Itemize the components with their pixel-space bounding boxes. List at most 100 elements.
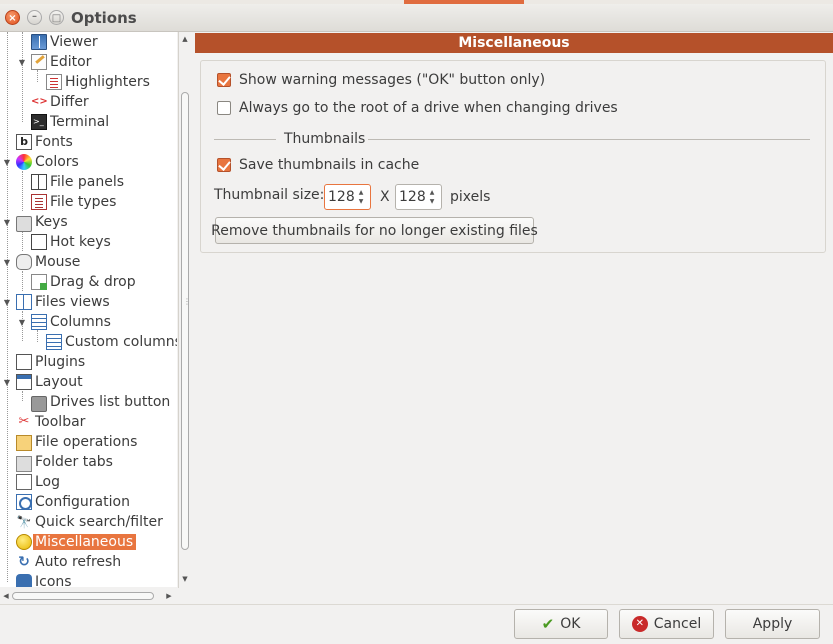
goto-root-label: Always go to the root of a drive when ch… [239, 100, 618, 116]
search-icon: 🔭 [16, 515, 32, 529]
columns-icon [31, 314, 47, 330]
tree-item-toolbar[interactable]: ✂ Toolbar [16, 412, 86, 432]
expander-mouse[interactable]: ▼ [2, 258, 12, 267]
tree-item-label: Folder tabs [35, 454, 113, 470]
tree-item-layout[interactable]: Layout [16, 372, 83, 392]
diff-icon: <> [31, 96, 48, 107]
minimize-window-button[interactable]: – [27, 10, 42, 25]
show-warning-label: Show warning messages ("OK" button only) [239, 72, 546, 88]
scroll-up-arrow-icon[interactable]: ▲ [180, 34, 190, 44]
show-warning-checkbox[interactable]: Show warning messages ("OK" button only) [217, 72, 545, 88]
tree-item-label: Fonts [35, 134, 73, 150]
expander-keys[interactable]: ▼ [2, 218, 12, 227]
tree-item-label: Viewer [50, 34, 98, 50]
save-thumbnails-checkbox[interactable]: Save thumbnails in cache [217, 157, 419, 173]
cancel-button[interactable]: ✕ Cancel [619, 609, 714, 639]
apply-button[interactable]: Apply [725, 609, 820, 639]
drive-icon [31, 395, 47, 412]
panel-splitter-grip-icon[interactable]: ⋮ [183, 298, 191, 306]
thumbnails-separator-right [368, 139, 810, 140]
expander-editor[interactable]: ▼ [17, 58, 27, 67]
expander-colors[interactable]: ▼ [2, 158, 12, 167]
height-spin-arrows-icon[interactable]: ▲ ▼ [426, 185, 438, 209]
checkbox-box[interactable] [217, 101, 231, 115]
drag-drop-icon [31, 274, 47, 290]
button-bar-separator [0, 604, 833, 605]
tree-item-label: Columns [50, 314, 111, 330]
thumbnail-height-input[interactable] [396, 189, 426, 205]
scroll-down-arrow-icon[interactable]: ▼ [180, 574, 190, 584]
misc-icon [16, 534, 32, 550]
tree-item-label: Log [35, 474, 61, 490]
thumbnail-width-spinbox[interactable]: ▲▼ [324, 184, 371, 210]
thumbnail-height-spinbox[interactable]: ▲▼ [395, 184, 442, 210]
tree-item-custom-columns[interactable]: Custom columns [46, 332, 177, 352]
tree-item-file-types[interactable]: File types [31, 192, 116, 212]
tree-item-viewer[interactable]: Viewer [31, 32, 98, 52]
tree-item-label: Highlighters [65, 74, 150, 90]
ok-button[interactable]: ✔ OK [514, 609, 608, 639]
tree-hscroll-thumb[interactable] [12, 592, 154, 600]
remove-thumbnails-button[interactable]: Remove thumbnails for no longer existing… [211, 217, 538, 244]
tree-item-mouse[interactable]: Mouse [16, 252, 80, 272]
tree-item-columns[interactable]: Columns [31, 312, 111, 332]
tree-item-file-operations[interactable]: File operations [16, 432, 137, 452]
tree-item-files-views[interactable]: Files views [16, 292, 110, 312]
edit-icon [31, 54, 47, 70]
scroll-right-arrow-icon[interactable]: ▶ [164, 591, 174, 601]
close-window-button[interactable]: × [5, 10, 20, 25]
tree-item-drag-drop[interactable]: Drag & drop [31, 272, 136, 292]
tree-item-miscellaneous[interactable]: Miscellaneous [16, 532, 137, 552]
color-wheel-icon [16, 154, 32, 170]
icons-icon [16, 574, 32, 587]
tree-item-label: Custom columns [65, 334, 177, 350]
goto-root-checkbox[interactable]: Always go to the root of a drive when ch… [217, 100, 618, 116]
files-views-icon [16, 294, 32, 310]
log-icon [16, 474, 32, 490]
options-tree: ▼ ▼ ▼ ▼ ▼ ▼ ▼ Viewer Editor Highlighters… [0, 32, 177, 587]
width-spin-arrows-icon[interactable]: ▲ ▼ [355, 185, 367, 209]
tree-item-auto-refresh[interactable]: ↻ Auto refresh [16, 552, 121, 572]
tree-item-differ[interactable]: <> Differ [31, 92, 89, 112]
tree-item-label: Icons [35, 574, 72, 587]
tree-item-terminal[interactable]: >_ Terminal [31, 112, 109, 132]
cancel-icon: ✕ [631, 616, 648, 632]
tree-item-fonts[interactable]: b Fonts [16, 132, 73, 152]
tree-item-configuration[interactable]: Configuration [16, 492, 130, 512]
tree-vertical-scrollbar[interactable]: ▲ ▼ [178, 32, 190, 588]
section-header: Miscellaneous [195, 33, 833, 53]
tree-item-hot-keys[interactable]: Hot keys [31, 232, 111, 252]
tree-item-drives-list-button[interactable]: Drives list button [31, 392, 170, 412]
tree-item-quick-search-filter[interactable]: 🔭 Quick search/filter [16, 512, 163, 532]
custom-columns-icon [46, 334, 62, 350]
tree-horizontal-scrollbar[interactable]: ◀ ▶ [0, 589, 177, 603]
tree-item-label: Configuration [35, 494, 130, 510]
tree-scroll-thumb[interactable] [181, 92, 189, 550]
checkmark-icon: ✔ [541, 615, 555, 633]
tree-item-icons[interactable]: Icons [16, 572, 72, 587]
tree-item-plugins[interactable]: Plugins [16, 352, 85, 372]
tree-item-folder-tabs[interactable]: Folder tabs [16, 452, 113, 472]
tree-item-file-panels[interactable]: File panels [31, 172, 124, 192]
thumbnail-width-input[interactable] [325, 189, 355, 205]
expander-columns[interactable]: ▼ [17, 318, 27, 327]
tree-item-editor[interactable]: Editor [31, 52, 91, 72]
pixels-label: pixels [450, 189, 491, 205]
tree-item-label: Auto refresh [35, 554, 122, 570]
mouse-icon [16, 254, 32, 270]
maximize-window-button[interactable]: □ [49, 10, 64, 25]
tree-item-label: Drag & drop [50, 274, 136, 290]
checkbox-box[interactable] [217, 73, 231, 87]
expander-layout[interactable]: ▼ [2, 378, 12, 387]
checkbox-box[interactable] [217, 158, 231, 172]
tree-item-label: File operations [35, 434, 138, 450]
scroll-left-arrow-icon[interactable]: ◀ [1, 591, 11, 601]
font-icon: b [16, 134, 32, 150]
tree-item-label: Files views [35, 294, 110, 310]
tree-item-log[interactable]: Log [16, 472, 60, 492]
tree-item-highlighters[interactable]: Highlighters [46, 72, 150, 92]
expander-files-views[interactable]: ▼ [2, 298, 12, 307]
layout-icon [16, 374, 32, 390]
tree-item-keys[interactable]: Keys [16, 212, 68, 232]
tree-item-colors[interactable]: Colors [16, 152, 79, 172]
